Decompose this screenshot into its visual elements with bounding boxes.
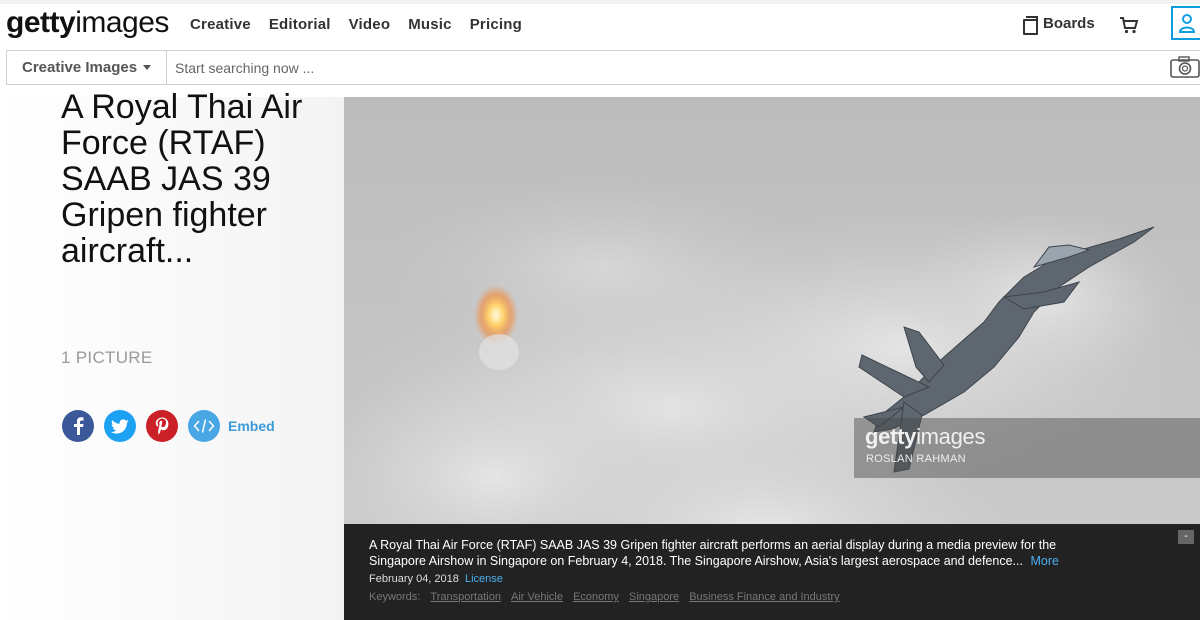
caption-panel: A Royal Thai Air Force (RTAF) SAAB JAS 3… [344,524,1200,620]
pinterest-share-button[interactable] [146,410,178,442]
keyword-link[interactable]: Singapore [629,591,679,603]
cart-icon[interactable] [1119,16,1139,34]
nav-editorial[interactable]: Editorial [269,16,331,33]
search-type-dropdown[interactable]: Creative Images [7,51,167,84]
boards-link[interactable]: Boards [1021,15,1095,35]
watermark-logo: gettyimages [865,424,985,450]
embed-label[interactable]: Embed [228,418,275,434]
search-type-label: Creative Images [22,59,138,76]
code-icon [193,419,215,433]
nav-creative[interactable]: Creative [190,16,251,33]
facebook-icon [74,417,84,435]
boards-icon [1021,15,1038,35]
user-icon [1178,14,1196,33]
picture-count: 1 PICTURE [61,348,153,367]
license-link[interactable]: License [465,573,503,585]
embed-button[interactable] [188,410,220,442]
logo-text-light: images [75,6,169,39]
twitter-icon [111,418,129,434]
top-navigation-bar: gettyimages Creative Editorial Video Mus… [0,0,1200,44]
twitter-share-button[interactable] [104,410,136,442]
caret-down-icon [143,65,152,70]
share-buttons: Embed [62,410,275,442]
keywords-label: Keywords: [369,591,421,603]
search-input[interactable] [175,51,1165,84]
nav-pricing[interactable]: Pricing [470,16,522,33]
caption-text-block: A Royal Thai Air Force (RTAF) SAAB JAS 3… [369,537,1109,569]
pinterest-icon [155,417,169,435]
caption-more-link[interactable]: More [1030,554,1058,568]
camera-search-icon[interactable] [1170,56,1200,78]
watermark-logo-bold: getty [865,424,917,449]
nav-video[interactable]: Video [349,16,391,33]
nav-music[interactable]: Music [408,16,452,33]
keyword-link[interactable]: Economy [573,591,619,603]
keyword-link[interactable]: Air Vehicle [511,591,563,603]
keyword-link[interactable]: Transportation [430,591,501,603]
boards-label: Boards [1043,15,1095,32]
facebook-share-button[interactable] [62,410,94,442]
logo-text-bold: getty [6,6,76,39]
collapse-caption-button[interactable]: - [1178,530,1194,544]
keywords-row: Keywords: Transportation Air Vehicle Eco… [369,591,840,603]
caption-date-line: February 04, 2018 License [369,573,503,585]
caption-date: February 04, 2018 [369,573,459,585]
caption-text: A Royal Thai Air Force (RTAF) SAAB JAS 3… [369,538,1057,568]
photographer-credit: ROSLAN RAHMAN [866,453,966,465]
gettyimages-logo[interactable]: gettyimages [6,6,169,40]
search-bar: Creative Images [6,50,1200,85]
board-title: A Royal Thai Air Force (RTAF) SAAB JAS 3… [61,88,303,270]
keyword-link[interactable]: Business Finance and Industry [689,591,839,603]
watermark-logo-light: images [916,424,986,449]
account-button[interactable] [1171,6,1200,40]
main-nav: Creative Editorial Video Music Pricing [190,16,540,33]
